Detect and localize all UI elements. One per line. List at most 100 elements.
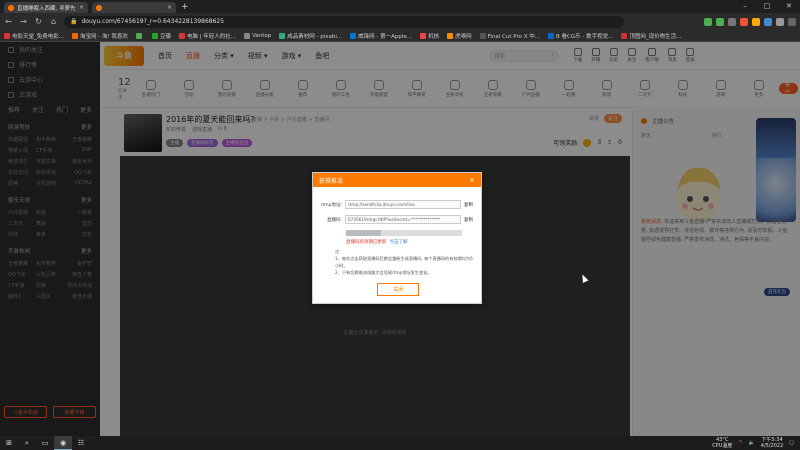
cpu-temp[interactable]: 43°C CPU温度 xyxy=(712,437,732,449)
rtmp-label: rtmp地址: xyxy=(320,202,342,208)
tab-close-icon[interactable]: × xyxy=(79,4,84,11)
douyu-favicon-icon xyxy=(8,4,14,11)
browser-tab[interactable]: × xyxy=(92,2,176,13)
notification-icon[interactable]: ▢ xyxy=(789,440,794,446)
clock[interactable]: 下午5:34 4/5/2022 xyxy=(761,437,783,449)
tab-title: 直播睡眠入西藏, 寻萝先体直播间 xyxy=(17,5,76,12)
key-field[interactable]: 6745619rdrgcHtlP?wsSecret=************** xyxy=(345,215,461,224)
bookmark-item[interactable] xyxy=(135,32,144,39)
rtmp-row: rtmp地址: rtmp://sendfc3a.douyu.com/live 复… xyxy=(317,200,473,209)
extension-icon[interactable] xyxy=(728,17,736,26)
key-label: 直播码: xyxy=(326,217,342,223)
profile-icon[interactable] xyxy=(776,17,784,26)
bookmark-item[interactable]: Final Cut Pro X 中... xyxy=(479,32,540,40)
bookmark-favicon-icon xyxy=(447,32,454,39)
forward-icon[interactable]: → xyxy=(19,17,28,26)
extension-icon[interactable] xyxy=(704,17,712,26)
extensions xyxy=(704,17,796,26)
bookmark-item[interactable]: 电脑 | 年轻人的社... xyxy=(178,32,237,40)
douyu-favicon-icon xyxy=(96,4,102,11)
bookmark-favicon-icon xyxy=(420,32,427,39)
url-field[interactable]: 🔒 douyu.com/6745619?_r=0.643422813986862… xyxy=(64,15,624,28)
windows-taskbar: ⊞ ⌕ ▭ ◉ ☷ 43°C CPU温度 ⌃ 🔈 下午5:34 4/5/2022… xyxy=(0,436,800,450)
bookmark-favicon-icon xyxy=(547,32,554,39)
bookmark-item[interactable]: 机核 xyxy=(420,32,439,40)
key-scrollbar[interactable] xyxy=(346,230,462,236)
copy-rtmp-button[interactable]: 复制 xyxy=(464,202,473,208)
task-view-icon[interactable]: ▭ xyxy=(36,436,54,450)
key-row: 直播码: 6745619rdrgcHtlP?wsSecret=*********… xyxy=(317,215,473,224)
bookmark-label: 淘宝网 - 淘! 我喜欢 xyxy=(80,33,128,40)
back-icon[interactable]: ← xyxy=(4,17,13,26)
bookmark-label: Final Cut Pro X 中... xyxy=(487,33,540,40)
extension-icon[interactable] xyxy=(752,17,760,26)
copy-key-button[interactable]: 复制 xyxy=(464,217,473,223)
bookmark-favicon-icon xyxy=(479,32,486,39)
home-icon[interactable]: ⌂ xyxy=(49,17,58,26)
browser-tabbar: 直播睡眠入西藏, 寻萝先体直播间 × × + – □ ✕ xyxy=(0,0,800,13)
bookmark-item[interactable]: 虎嗅网 xyxy=(447,32,472,40)
tab-close-icon[interactable]: × xyxy=(167,4,172,11)
bookmark-label: 电影天堂_免费电影... xyxy=(12,33,64,40)
maximize-icon[interactable]: □ xyxy=(756,0,778,13)
volume-icon[interactable]: 🔈 xyxy=(749,440,755,446)
search-icon[interactable]: ⌕ xyxy=(18,436,36,450)
extension-icon[interactable] xyxy=(740,17,748,26)
close-icon[interactable]: × xyxy=(469,176,475,184)
browser-tab-active[interactable]: 直播睡眠入西藏, 寻萝先体直播间 × xyxy=(4,2,88,13)
bookmarks-bar: 电影天堂_免费电影... 淘宝网 - 淘! 我喜欢 豆瓣 电脑 | 年轻人的社... V… xyxy=(0,30,800,42)
dialog-notes: 注: 1、每次点击获取直播码后都会重新生成直播码, 每个直播码的有效期均为6小时… xyxy=(335,248,475,276)
bookmark-favicon-icon xyxy=(151,32,158,39)
chrome-icon[interactable]: ◉ xyxy=(54,436,72,450)
note-line: 注: xyxy=(335,249,341,254)
minimize-icon[interactable]: – xyxy=(734,0,756,13)
bookmark-label: Vantop xyxy=(252,32,272,39)
bookmark-label: 虎嗅网 xyxy=(455,33,472,40)
bookmark-label: 电脑 | 年轻人的社... xyxy=(186,33,237,40)
bookmark-favicon-icon xyxy=(350,32,357,39)
bookmark-item[interactable]: 豆瓣 xyxy=(151,32,171,40)
bookmark-item[interactable]: 成品素材网 - pixabi... xyxy=(279,32,342,40)
rtmp-field[interactable]: rtmp://sendfc3a.douyu.com/live xyxy=(345,200,461,209)
bookmark-item[interactable]: 顶图网_现价物生活... xyxy=(621,32,681,40)
note-line: 1、每次点击获取直播码后都会重新生成直播码, 每个直播码的有效期均为6小时。 xyxy=(335,256,473,268)
start-icon[interactable]: ⊞ xyxy=(0,436,18,450)
cpu-temp-label: CPU温度 xyxy=(712,443,733,449)
address-bar-row: ← → ↻ ⌂ 🔒 douyu.com/6745619?_r=0.6434228… xyxy=(0,13,800,30)
warning-row: 直播码有效期已更新 点击了解 xyxy=(346,239,408,245)
network-icon[interactable]: ⌃ xyxy=(738,440,742,446)
learn-more-link[interactable]: 点击了解 xyxy=(390,239,408,245)
warning-text: 直播码有效期已更新 xyxy=(346,240,387,245)
bookmark-label: 顶图网_现价物生活... xyxy=(629,33,682,40)
bookmark-favicon-icon xyxy=(279,32,286,39)
window-controls: – □ ✕ xyxy=(734,0,800,13)
stream-key-dialog: 获得推流 × rtmp地址: rtmp://sendfc3a.douyu.com… xyxy=(312,172,482,304)
bookmark-favicon-icon xyxy=(135,32,142,39)
bookmark-item[interactable]: 电影天堂_免费电影... xyxy=(4,32,64,40)
reload-icon[interactable]: ↻ xyxy=(34,17,43,26)
bookmark-item[interactable]: 淘宝网 - 淘! 我喜欢 xyxy=(72,32,128,40)
close-dialog-button[interactable]: 关闭 xyxy=(377,283,419,296)
bookmark-favicon-icon xyxy=(244,32,251,39)
system-tray: 43°C CPU温度 ⌃ 🔈 下午5:34 4/5/2022 ▢ xyxy=(712,437,800,449)
url-text: douyu.com/6745619?_r=0.6434228139868625 xyxy=(81,18,225,25)
new-tab-button[interactable]: + xyxy=(181,2,189,13)
bookmark-favicon-icon xyxy=(4,32,10,39)
dialog-header: 获得推流 × xyxy=(313,173,481,187)
bookmark-item[interactable]: B 看CG乐 - 数字视觉... xyxy=(547,32,614,40)
dialog-title: 获得推流 xyxy=(319,177,344,185)
bookmark-item[interactable]: 威锋网 - 第一Apple... xyxy=(350,32,412,40)
clock-date: 4/5/2022 xyxy=(760,443,784,449)
extension-icon[interactable] xyxy=(716,17,724,26)
bookmark-label: 机核 xyxy=(428,33,440,40)
menu-icon[interactable] xyxy=(788,17,796,26)
close-window-icon[interactable]: ✕ xyxy=(778,0,800,13)
bookmark-favicon-icon xyxy=(621,32,628,39)
lock-icon: 🔒 xyxy=(70,18,78,25)
bookmark-label: 成品素材网 - pixabi... xyxy=(287,33,343,40)
app-icon[interactable]: ☷ xyxy=(72,436,90,450)
bookmark-label: B 看CG乐 - 数字视觉... xyxy=(555,33,614,40)
bookmark-item[interactable]: Vantop xyxy=(244,32,272,39)
bookmark-label: 威锋网 - 第一Apple... xyxy=(358,33,413,40)
extension-icon[interactable] xyxy=(764,17,772,26)
